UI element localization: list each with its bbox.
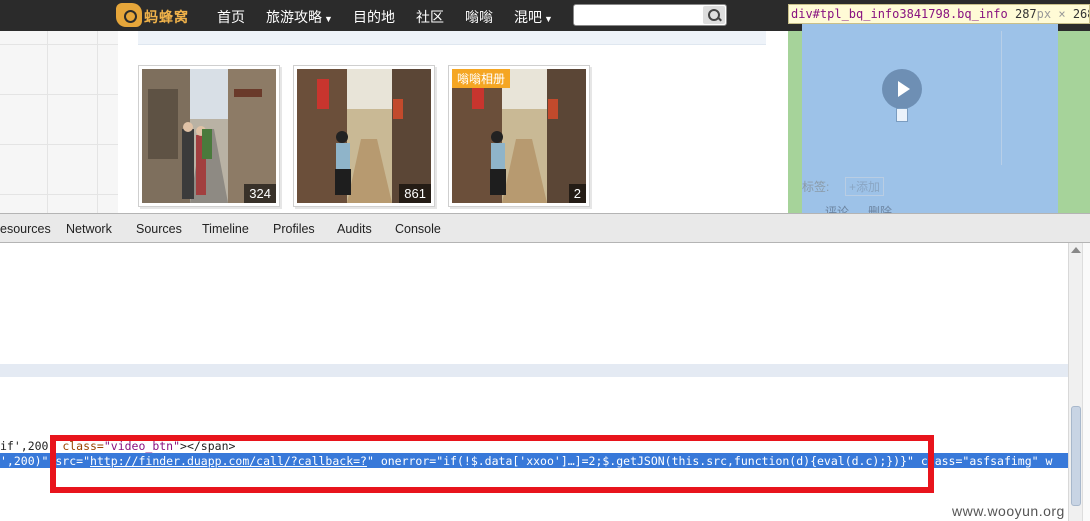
site-logo[interactable]: 蚂蜂窝 [116,3,196,27]
search-icon[interactable] [703,6,725,24]
scrollbar-thumb[interactable] [1071,406,1081,506]
photo-thumbnail[interactable]: 324 [138,65,280,207]
element-dimension-tooltip: div#tpl_bq_info3841798.bq_info 287px × 2… [788,4,1090,24]
search-input[interactable] [573,4,727,26]
element-width: 287 [1014,7,1037,21]
dimension-separator: × [1058,7,1066,21]
tab-console[interactable]: Console [395,222,441,236]
width-unit: px [1036,7,1052,21]
vertical-scrollbar[interactable] [1068,243,1082,521]
add-tag-button[interactable]: +添加 [845,177,885,196]
photo-count: 2 [568,184,586,203]
inspected-element-highlight [802,14,1058,213]
left-sidebar-background [0,31,118,213]
street-photo [452,69,586,203]
street-photo [142,69,276,203]
bee-logo-icon [116,3,142,27]
nav-hunba[interactable]: 混吧 ▼ [514,7,553,27]
tab-profiles[interactable]: Profiles [273,222,315,236]
chevron-down-icon: ▼ [324,14,333,24]
nav-home[interactable]: 首页 [217,7,245,27]
tab-timeline[interactable]: Timeline [202,222,249,236]
tab-network[interactable]: Network [66,222,112,236]
panel-divider [1001,31,1002,165]
tag-label: 标签: [802,180,830,194]
dom-tree-hover-row [0,364,1068,377]
content-header-band [138,31,766,45]
photo-count: 324 [244,184,276,203]
red-highlight-annotation [50,435,934,493]
devtools-tab-bar: esources Network Sources Timeline Profil… [0,213,1090,243]
street-photo [297,69,431,203]
play-icon[interactable] [882,69,922,109]
scroll-up-icon[interactable] [1071,247,1081,253]
screenshot-root: 蚂蜂窝 首页 旅游攻略 ▼ 目的地 社区 嗡嗡 混吧 ▼ 324 861 嗡嗡相… [0,0,1090,521]
element-selector: div#tpl_bq_info3841798.bq_info [791,7,1008,21]
photo-thumbnail[interactable]: 861 [293,65,435,207]
nav-wengweng[interactable]: 嗡嗡 [465,7,493,27]
nav-destinations[interactable]: 目的地 [353,7,395,27]
photo-count: 861 [399,184,431,203]
element-height: 268p [1072,7,1089,21]
chevron-down-icon: ▼ [544,14,553,24]
tab-sources[interactable]: Sources [136,222,182,236]
tab-resources[interactable]: esources [0,222,51,236]
tab-audits[interactable]: Audits [337,222,372,236]
devtools-panel: esources Network Sources Timeline Profil… [0,213,1090,521]
logo-text: 蚂蜂窝 [144,9,189,25]
photo-thumbnail[interactable]: 嗡嗡相册 2 [448,65,590,207]
nav-guides[interactable]: 旅游攻略 ▼ [266,7,333,27]
nav-community[interactable]: 社区 [416,7,444,27]
album-tag-badge[interactable]: 嗡嗡相册 [452,69,511,88]
watermark-text: www.wooyun.org [952,503,1065,519]
photo-content-area: 324 861 嗡嗡相册 2 [118,31,788,213]
broken-image-icon [896,108,908,122]
side-panel-edge [1082,243,1090,521]
